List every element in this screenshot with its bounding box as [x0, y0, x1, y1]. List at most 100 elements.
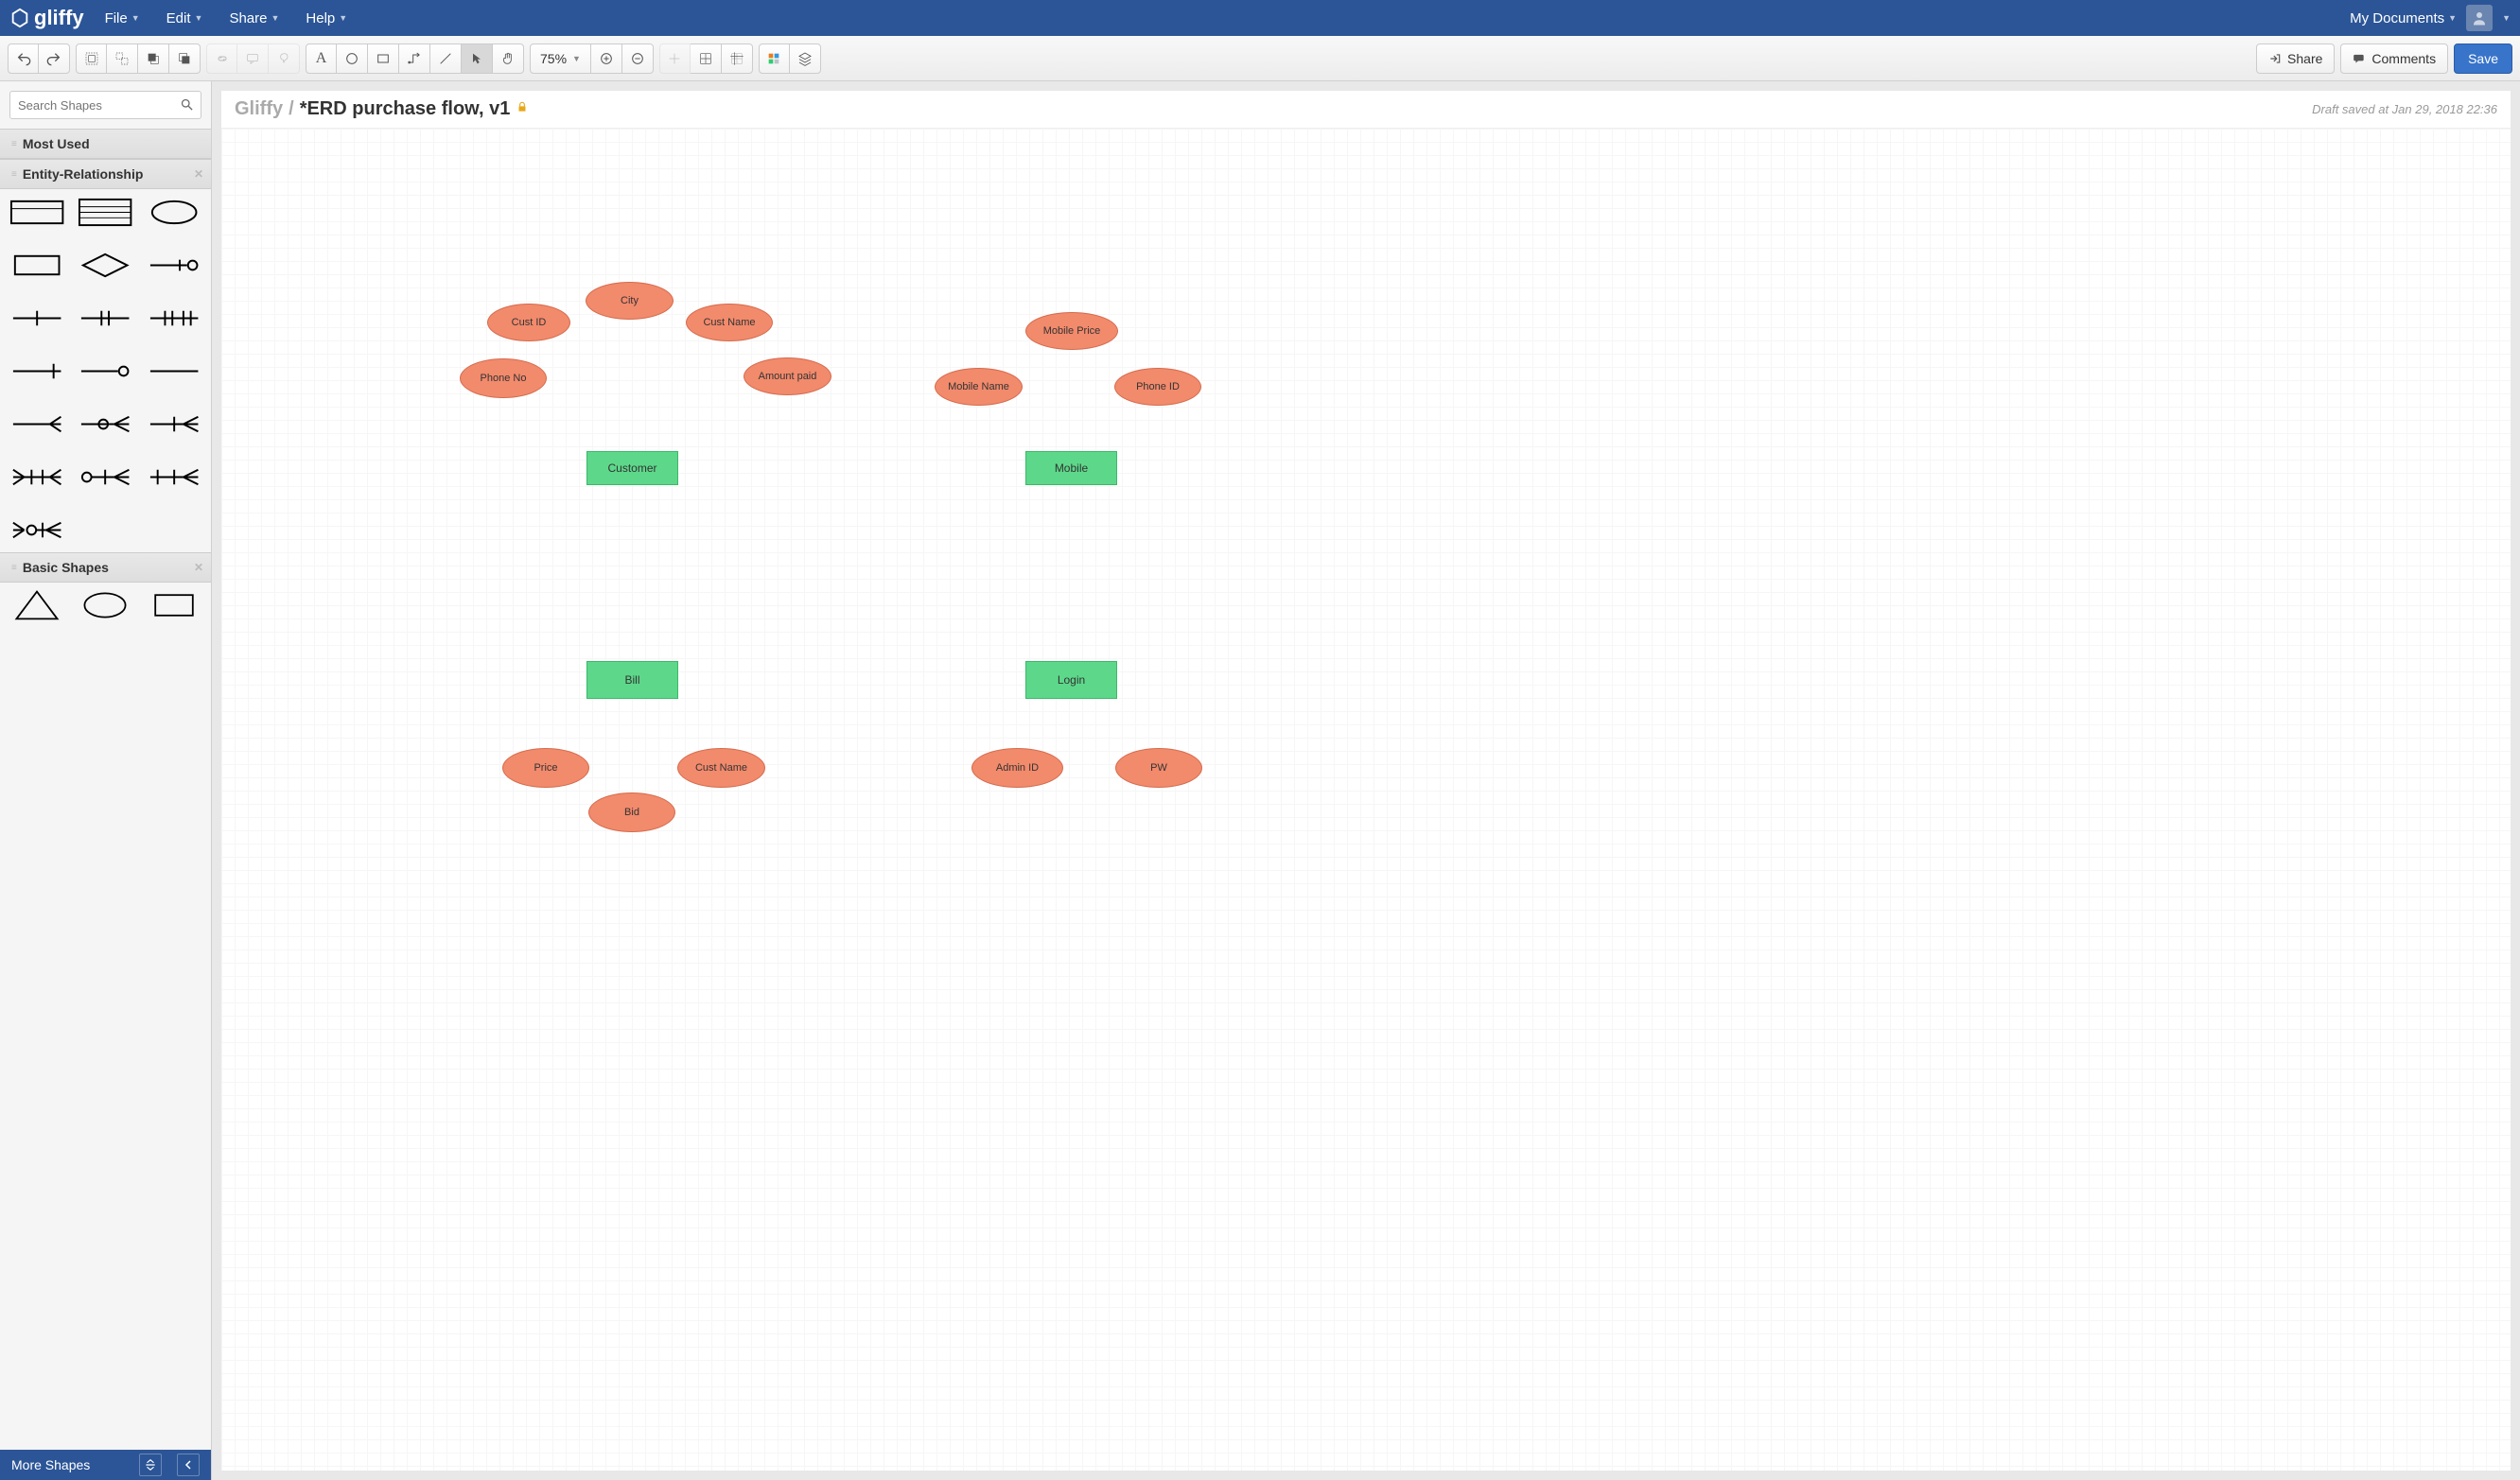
- er-zero-many-b[interactable]: [9, 513, 64, 547]
- rect-tool-button[interactable]: [368, 44, 399, 74]
- er-zero-one-many[interactable]: [78, 460, 132, 494]
- er-line-plain[interactable]: [147, 354, 201, 388]
- panel-basic-shapes[interactable]: ≡ Basic Shapes ✕: [0, 552, 211, 583]
- grip-icon: ≡: [11, 169, 15, 180]
- app-logo[interactable]: gliffy: [9, 6, 84, 30]
- er-many-one-many[interactable]: [9, 460, 64, 494]
- zoom-select[interactable]: 75%▼: [530, 44, 591, 74]
- close-icon[interactable]: ✕: [194, 167, 203, 181]
- erd-attribute[interactable]: Bid: [588, 792, 675, 832]
- panel-most-used[interactable]: ≡ Most Used: [0, 129, 211, 159]
- user-icon: [2471, 9, 2488, 26]
- toolbar: A 75%▼ Share Comments Save: [0, 36, 2520, 81]
- er-line-one[interactable]: [9, 301, 64, 335]
- menu-share[interactable]: Share▼: [229, 10, 279, 26]
- layers-button[interactable]: [790, 44, 821, 74]
- note-button: [237, 44, 269, 74]
- er-rect-shape[interactable]: [9, 248, 64, 282]
- erd-attribute[interactable]: Mobile Price: [1025, 312, 1118, 350]
- avatar[interactable]: [2466, 5, 2493, 31]
- snap-button: [659, 44, 691, 74]
- ellipse-tool-button[interactable]: [337, 44, 368, 74]
- bring-front-button[interactable]: [138, 44, 169, 74]
- canvas[interactable]: Customer Mobile Bill Login Phone No Cust ID Ci…: [221, 129, 2511, 1471]
- erd-attribute[interactable]: Cust Name: [686, 304, 773, 341]
- er-crow-zero-many[interactable]: [78, 407, 132, 441]
- comments-button[interactable]: Comments: [2340, 44, 2448, 74]
- navbar: gliffy File▼ Edit▼ Share▼ Help▼ My Docum…: [0, 0, 2520, 36]
- er-line-zero-end[interactable]: [78, 354, 132, 388]
- er-entity-shape[interactable]: [9, 195, 64, 229]
- comments-icon: [2353, 52, 2366, 65]
- erd-attribute[interactable]: City: [586, 282, 674, 320]
- my-documents-link[interactable]: My Documents▼: [2350, 10, 2457, 26]
- lock-icon: [516, 100, 529, 118]
- hand-tool-button[interactable]: [493, 44, 524, 74]
- er-line-one-end[interactable]: [9, 354, 64, 388]
- group-button[interactable]: [76, 44, 107, 74]
- more-shapes-link[interactable]: More Shapes: [11, 1457, 90, 1472]
- zoom-out-button[interactable]: [622, 44, 654, 74]
- grid-button[interactable]: [691, 44, 722, 74]
- grip-icon: ≡: [11, 139, 15, 149]
- canvas-area: Gliffy / *ERD purchase flow, v1 Draft sa…: [212, 81, 2520, 1480]
- triangle-shape[interactable]: [9, 588, 64, 622]
- er-attribute-shape[interactable]: [147, 195, 201, 229]
- er-line-one-one-b[interactable]: [147, 301, 201, 335]
- sidebar-footer: More Shapes: [0, 1450, 211, 1480]
- close-icon[interactable]: ✕: [194, 561, 203, 574]
- link-button: [206, 44, 237, 74]
- menu-edit[interactable]: Edit▼: [166, 10, 203, 26]
- document-title[interactable]: *ERD purchase flow, v1: [300, 98, 511, 120]
- erd-attribute[interactable]: Price: [502, 748, 589, 788]
- theme-button[interactable]: [759, 44, 790, 74]
- redo-button[interactable]: [39, 44, 70, 74]
- er-line-one-one[interactable]: [78, 301, 132, 335]
- erd-attribute[interactable]: Cust ID: [487, 304, 570, 341]
- app-name: gliffy: [34, 6, 84, 30]
- er-one-many-b[interactable]: [147, 460, 201, 494]
- avatar-caret-icon[interactable]: ▼: [2502, 13, 2511, 23]
- er-relationship-shape[interactable]: [78, 248, 132, 282]
- zoom-in-button[interactable]: [591, 44, 622, 74]
- hide-sidebar-icon[interactable]: [177, 1454, 200, 1476]
- line-tool-button[interactable]: [430, 44, 462, 74]
- menu-help[interactable]: Help▼: [306, 10, 347, 26]
- panel-entity-relationship[interactable]: ≡ Entity-Relationship ✕: [0, 159, 211, 189]
- erd-entity[interactable]: Mobile: [1025, 451, 1117, 485]
- erd-attribute[interactable]: Admin ID: [971, 748, 1063, 788]
- share-button[interactable]: Share: [2256, 44, 2335, 74]
- rectangle-shape[interactable]: [147, 588, 201, 622]
- menu-file[interactable]: File▼: [105, 10, 140, 26]
- send-back-button[interactable]: [169, 44, 201, 74]
- erd-entity[interactable]: Bill: [586, 661, 678, 699]
- search-input[interactable]: [9, 91, 201, 119]
- erd-entity[interactable]: Customer: [586, 451, 678, 485]
- save-button[interactable]: Save: [2454, 44, 2512, 74]
- guides-button[interactable]: [722, 44, 753, 74]
- search-icon[interactable]: [180, 97, 194, 116]
- er-crow-one-many[interactable]: [147, 407, 201, 441]
- text-tool-button[interactable]: A: [306, 44, 337, 74]
- popup-button: [269, 44, 300, 74]
- share-icon: [2268, 52, 2282, 65]
- erd-attribute[interactable]: Mobile Name: [935, 368, 1023, 406]
- erd-attribute[interactable]: Cust Name: [677, 748, 765, 788]
- erd-attribute[interactable]: Phone ID: [1114, 368, 1201, 406]
- erd-attribute[interactable]: PW: [1115, 748, 1202, 788]
- erd-attribute[interactable]: Amount paid: [744, 357, 831, 395]
- ellipse-shape[interactable]: [78, 588, 132, 622]
- connector-tool-button[interactable]: [399, 44, 430, 74]
- ungroup-button[interactable]: [107, 44, 138, 74]
- document-header: Gliffy / *ERD purchase flow, v1 Draft sa…: [221, 91, 2511, 129]
- er-crow-many[interactable]: [9, 407, 64, 441]
- er-entity-rows-shape[interactable]: [78, 195, 132, 229]
- collapse-panels-icon[interactable]: [139, 1454, 162, 1476]
- pointer-tool-button[interactable]: [462, 44, 493, 74]
- breadcrumb-root[interactable]: Gliffy: [235, 98, 283, 120]
- undo-button[interactable]: [8, 44, 39, 74]
- erd-attribute[interactable]: Phone No: [460, 358, 547, 398]
- erd-entity[interactable]: Login: [1025, 661, 1117, 699]
- grip-icon: ≡: [11, 563, 15, 573]
- er-crow-one-zero[interactable]: [147, 248, 201, 282]
